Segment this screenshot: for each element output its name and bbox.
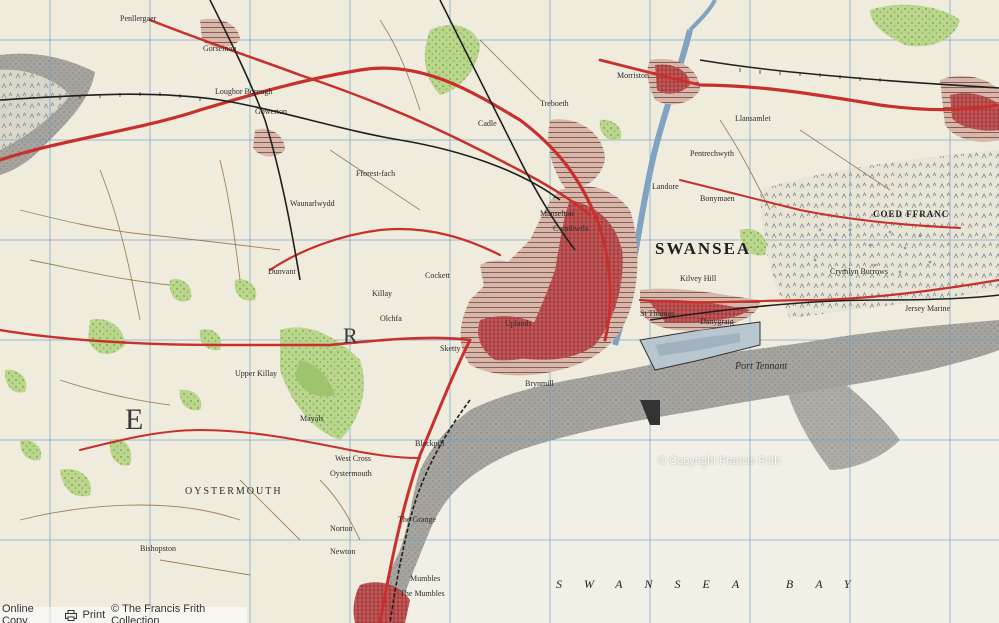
place-label: Olchfa [380, 314, 402, 323]
place-label: The Grange [398, 515, 436, 524]
place-label: St Thomas [640, 309, 675, 318]
printer-icon[interactable] [64, 609, 77, 621]
map-canvas [0, 0, 999, 623]
copyright-watermark: © Copyright Francis Frith [658, 455, 781, 467]
place-label: The Mumbles [400, 589, 445, 598]
place-label: Upper Killay [235, 369, 277, 378]
place-label: Brynmill [525, 379, 554, 388]
grid-letter-r: R [343, 323, 358, 348]
map-viewer[interactable]: SWANSEA SWANSEA BAY COED FFRANC OYSTERMO… [0, 0, 999, 623]
place-label: Gowerton [255, 107, 287, 116]
district-label: OYSTERMOUTH [185, 486, 283, 497]
place-label: West Cross [335, 454, 372, 463]
place-label: Mumbles [410, 574, 441, 583]
place-label: Port Tennant [735, 361, 788, 372]
place-label: Fforest-fach [356, 169, 396, 178]
place-label: Loughor Borough [215, 87, 273, 96]
forest-label: COED FFRANC [873, 209, 950, 219]
map-title: SWANSEA [655, 239, 752, 258]
place-label: Jersey Marine [905, 304, 951, 313]
place-label: Manselton [540, 209, 574, 218]
place-label: Pentrechwyth [690, 149, 734, 158]
place-label: Landore [652, 182, 679, 191]
bay-label: SWANSEA BAY [556, 577, 873, 591]
place-label: Dunvant [268, 267, 296, 276]
place-label: Danygraig [700, 317, 734, 326]
place-label: Sketty [440, 344, 461, 353]
online-copy-label: Online Copy [2, 603, 34, 623]
print-link[interactable]: Print [83, 609, 106, 621]
place-label: Waunarlwydd [290, 199, 335, 208]
place-label: Killay [372, 289, 392, 298]
place-label: Kilvey Hill [680, 274, 717, 283]
place-label: Blackpill [415, 439, 445, 448]
place-label: Crymlyn Burrows [830, 267, 888, 276]
footer-copyright: © The Francis Frith Collection [111, 603, 206, 623]
place-label: Bishopston [140, 544, 177, 553]
place-label: Uplands [505, 319, 532, 328]
place-label: Norton [330, 524, 353, 533]
place-label: Cwmbwrla [553, 224, 589, 233]
place-label: Oystermouth [330, 469, 372, 478]
place-label: Treboeth [540, 99, 569, 108]
place-label: Bonymaen [700, 194, 735, 203]
place-label: Gorseinon [203, 44, 237, 53]
place-label: Llansamlet [735, 114, 771, 123]
grid-letter-e: E [125, 403, 144, 436]
place-label: Newton [330, 547, 356, 556]
place-label: Penllergaer [120, 14, 157, 23]
place-label: Morriston [617, 71, 649, 80]
place-label: Mayals [300, 414, 324, 423]
place-label: Cockett [425, 271, 450, 280]
footer-bar: Online Copy Print © The Francis Frith Co… [0, 603, 247, 623]
place-label: Cadle [478, 119, 497, 128]
